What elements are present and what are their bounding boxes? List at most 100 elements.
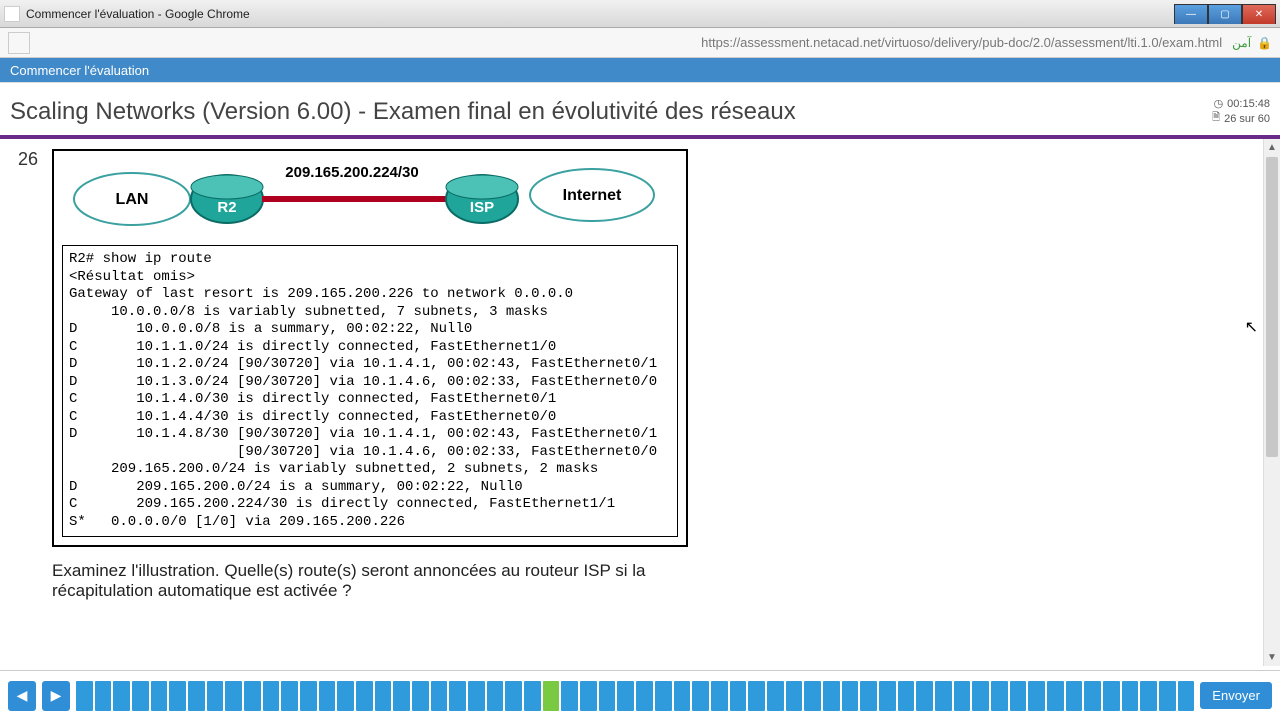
link-label: 209.165.200.224/30 xyxy=(285,164,418,181)
question-cell-24[interactable] xyxy=(505,681,522,711)
question-cell-39[interactable] xyxy=(786,681,803,711)
question-cell-4[interactable] xyxy=(132,681,149,711)
exam-page: Scaling Networks (Version 6.00) - Examen… xyxy=(0,82,1280,670)
question-cell-28[interactable] xyxy=(580,681,597,711)
exam-title: Scaling Networks (Version 6.00) - Examen… xyxy=(10,98,1212,126)
question-cell-43[interactable] xyxy=(860,681,877,711)
question-cell-17[interactable] xyxy=(375,681,392,711)
question-cell-7[interactable] xyxy=(188,681,205,711)
question-cell-6[interactable] xyxy=(169,681,186,711)
exam-meta: 00:15:48 26 sur 60 xyxy=(1212,97,1270,127)
question-cell-60[interactable] xyxy=(1178,681,1195,711)
favicon xyxy=(4,6,20,22)
question-cell-37[interactable] xyxy=(748,681,765,711)
question-cell-46[interactable] xyxy=(916,681,933,711)
question-cell-27[interactable] xyxy=(561,681,578,711)
scrollbar[interactable]: ▲ ▼ xyxy=(1263,139,1280,666)
minimize-button[interactable]: — xyxy=(1174,4,1208,24)
question-cell-10[interactable] xyxy=(244,681,261,711)
scroll-thumb[interactable] xyxy=(1266,157,1278,457)
question-cell-21[interactable] xyxy=(449,681,466,711)
question-cell-13[interactable] xyxy=(300,681,317,711)
breadcrumb-label: Commencer l'évaluation xyxy=(10,63,149,78)
exam-header: Scaling Networks (Version 6.00) - Examen… xyxy=(0,83,1280,139)
maximize-button[interactable]: ▢ xyxy=(1208,4,1242,24)
question-cell-34[interactable] xyxy=(692,681,709,711)
window-titlebar: Commencer l'évaluation - Google Chrome —… xyxy=(0,0,1280,28)
close-button[interactable]: ✕ xyxy=(1242,4,1276,24)
prev-button[interactable]: ◀ xyxy=(8,681,36,711)
question-cell-53[interactable] xyxy=(1047,681,1064,711)
clock-icon xyxy=(1214,97,1224,110)
question-cell-48[interactable] xyxy=(954,681,971,711)
question-cell-47[interactable] xyxy=(935,681,952,711)
question-cell-14[interactable] xyxy=(319,681,336,711)
address-bar: https://assessment.netacad.net/virtuoso/… xyxy=(0,28,1280,58)
question-cell-22[interactable] xyxy=(468,681,485,711)
question-cell-5[interactable] xyxy=(151,681,168,711)
internet-label: Internet xyxy=(563,187,622,204)
question-nav: ◀ ▶ Envoyer xyxy=(0,670,1280,720)
question-cell-40[interactable] xyxy=(804,681,821,711)
question-cell-41[interactable] xyxy=(823,681,840,711)
question-cell-45[interactable] xyxy=(898,681,915,711)
question-cell-16[interactable] xyxy=(356,681,373,711)
question-cell-44[interactable] xyxy=(879,681,896,711)
page-url[interactable]: https://assessment.netacad.net/virtuoso/… xyxy=(701,35,1232,50)
question-cell-49[interactable] xyxy=(972,681,989,711)
question-number: 26 xyxy=(18,149,38,170)
question-cell-15[interactable] xyxy=(337,681,354,711)
question-cell-11[interactable] xyxy=(263,681,280,711)
exam-progress: 26 sur 60 xyxy=(1224,113,1270,125)
network-diagram: LAN R2 209.165.200.224/30 ISP Internet xyxy=(54,151,686,243)
question-cell-19[interactable] xyxy=(412,681,429,711)
exam-timer: 00:15:48 xyxy=(1227,98,1270,110)
question-cell-1[interactable] xyxy=(76,681,93,711)
cli-output: R2# show ip route <Résultat omis> Gatewa… xyxy=(62,245,678,537)
question-cell-2[interactable] xyxy=(95,681,112,711)
question-cell-9[interactable] xyxy=(225,681,242,711)
question-cell-20[interactable] xyxy=(431,681,448,711)
exhibit-frame: LAN R2 209.165.200.224/30 ISP Internet xyxy=(52,149,688,547)
question-cell-29[interactable] xyxy=(599,681,616,711)
isp-label: ISP xyxy=(470,199,494,216)
submit-button[interactable]: Envoyer xyxy=(1200,682,1272,709)
question-cell-30[interactable] xyxy=(617,681,634,711)
question-cell-51[interactable] xyxy=(1010,681,1027,711)
question-cell-35[interactable] xyxy=(711,681,728,711)
mouse-cursor-icon: ↖ xyxy=(1245,317,1258,337)
scroll-up-icon[interactable]: ▲ xyxy=(1264,139,1280,156)
question-cell-33[interactable] xyxy=(674,681,691,711)
question-cell-42[interactable] xyxy=(842,681,859,711)
window-controls: — ▢ ✕ xyxy=(1174,4,1276,24)
r2-label: R2 xyxy=(217,199,236,216)
question-grid xyxy=(76,681,1194,711)
secure-label: آمن xyxy=(1232,36,1251,50)
question-cell-38[interactable] xyxy=(767,681,784,711)
window-title: Commencer l'évaluation - Google Chrome xyxy=(26,7,1174,21)
question-cell-26[interactable] xyxy=(543,681,560,711)
question-cell-25[interactable] xyxy=(524,681,541,711)
lan-label: LAN xyxy=(116,191,149,208)
question-cell-3[interactable] xyxy=(113,681,130,711)
question-cell-23[interactable] xyxy=(487,681,504,711)
question-cell-36[interactable] xyxy=(730,681,747,711)
question-cell-55[interactable] xyxy=(1084,681,1101,711)
question-cell-52[interactable] xyxy=(1028,681,1045,711)
question-cell-32[interactable] xyxy=(655,681,672,711)
question-cell-8[interactable] xyxy=(207,681,224,711)
question-cell-59[interactable] xyxy=(1159,681,1176,711)
next-button[interactable]: ▶ xyxy=(42,681,70,711)
question-cell-57[interactable] xyxy=(1122,681,1139,711)
breadcrumb-bar: Commencer l'évaluation xyxy=(0,58,1280,82)
question-cell-12[interactable] xyxy=(281,681,298,711)
question-area: 26 LAN R2 209.165.200.224/30 xyxy=(0,139,1280,666)
question-cell-50[interactable] xyxy=(991,681,1008,711)
question-cell-56[interactable] xyxy=(1103,681,1120,711)
question-cell-18[interactable] xyxy=(393,681,410,711)
scroll-down-icon[interactable]: ▼ xyxy=(1264,649,1280,666)
question-cell-58[interactable] xyxy=(1140,681,1157,711)
lock-icon: 🔒 xyxy=(1257,36,1272,50)
question-cell-54[interactable] xyxy=(1066,681,1083,711)
question-cell-31[interactable] xyxy=(636,681,653,711)
